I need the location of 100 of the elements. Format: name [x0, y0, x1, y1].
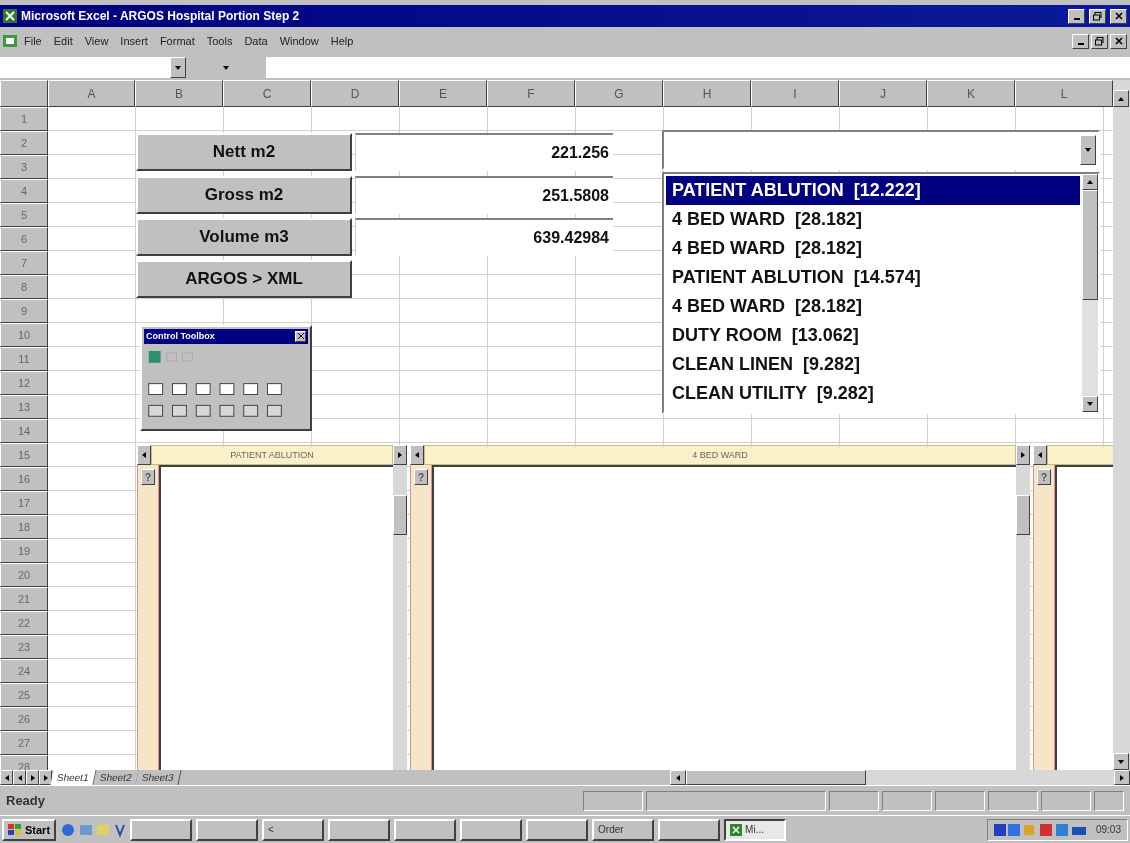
column-header[interactable]: B	[135, 80, 223, 107]
close-button[interactable]	[1110, 8, 1127, 24]
close-button[interactable]	[1110, 33, 1127, 49]
restore-button[interactable]	[1089, 8, 1106, 24]
name-box-dropdown[interactable]	[170, 57, 186, 78]
row-header[interactable]: 22	[0, 611, 48, 635]
menu-item[interactable]: Tools	[201, 35, 238, 47]
select-all-corner[interactable]	[0, 80, 48, 107]
label-control[interactable]: ?	[414, 469, 428, 485]
taskbar-button[interactable]	[526, 818, 589, 841]
scrollbar[interactable]	[393, 465, 407, 770]
list-item[interactable]: CLEAN LINEN [9.282]	[666, 350, 1080, 379]
scroll-right-button[interactable]	[1016, 445, 1030, 465]
row-header[interactable]: 5	[0, 203, 48, 227]
row-header[interactable]: 2	[0, 131, 48, 155]
row-header[interactable]: 24	[0, 659, 48, 683]
column-header[interactable]: H	[663, 80, 751, 107]
row-header[interactable]: 11	[0, 347, 48, 371]
taskbar-button[interactable]: Order	[592, 818, 655, 841]
taskbar-button[interactable]	[196, 818, 259, 841]
sheet-tab[interactable]: Sheet1	[50, 770, 97, 785]
row-header[interactable]: 20	[0, 563, 48, 587]
column-header[interactable]: K	[927, 80, 1015, 107]
row-header[interactable]: 25	[0, 683, 48, 707]
menu-item[interactable]: Window	[274, 35, 324, 47]
start-button[interactable]: Start	[2, 818, 57, 841]
close-button[interactable]	[295, 330, 306, 342]
command-button[interactable]: Gross m2	[136, 176, 352, 214]
scroll-left-button[interactable]	[410, 445, 424, 465]
minimize-button[interactable]	[1072, 33, 1089, 49]
taskbar-button[interactable]	[658, 818, 721, 841]
list-item[interactable]: CLEAN UTILITY [9.282]	[666, 379, 1080, 408]
column-header[interactable]: J	[839, 80, 927, 107]
menu-item[interactable]: Data	[239, 35, 273, 47]
row-header[interactable]: 14	[0, 419, 48, 443]
row-header[interactable]: 27	[0, 731, 48, 755]
restore-button[interactable]	[1091, 33, 1108, 49]
taskbar-button[interactable]	[328, 818, 391, 841]
label-control[interactable]: ?	[1037, 469, 1051, 485]
taskbar-button[interactable]	[130, 818, 193, 841]
list-item[interactable]: 4 BED WARD [28.182]	[666, 234, 1080, 263]
row-header[interactable]: 6	[0, 227, 48, 251]
column-header[interactable]: L	[1015, 80, 1113, 107]
row-header[interactable]: 18	[0, 515, 48, 539]
row-header[interactable]: 19	[0, 539, 48, 563]
row-header[interactable]: 4	[0, 179, 48, 203]
menu-item[interactable]: File	[19, 35, 47, 47]
scroll-right-button[interactable]	[393, 445, 407, 465]
sheet-tab[interactable]: Sheet3	[135, 770, 182, 785]
menu-item[interactable]: Edit	[48, 35, 78, 47]
list-item[interactable]: DUTY ROOM [13.062]	[666, 321, 1080, 350]
scrollbar[interactable]	[1082, 174, 1098, 412]
list-item[interactable]: PATIENT ABLUTION [12.222]	[666, 176, 1080, 205]
column-header[interactable]: I	[751, 80, 839, 107]
scrollbar[interactable]	[1016, 465, 1030, 770]
row-header[interactable]: 23	[0, 635, 48, 659]
taskbar-button[interactable]: <	[262, 818, 325, 841]
taskbar-button[interactable]	[460, 818, 523, 841]
row-header[interactable]: 13	[0, 395, 48, 419]
quick-launch-icons[interactable]	[60, 821, 127, 838]
taskbar-button[interactable]	[394, 818, 457, 841]
value-field[interactable]: 221.256	[355, 133, 613, 171]
label-control[interactable]: ?	[141, 469, 155, 485]
row-header[interactable]: 9	[0, 299, 48, 323]
row-header[interactable]: 12	[0, 371, 48, 395]
last-sheet-button[interactable]	[39, 770, 52, 785]
menu-item[interactable]: View	[79, 35, 114, 47]
command-button[interactable]: Nett m2	[136, 133, 352, 171]
row-header[interactable]: 15	[0, 443, 48, 467]
value-field[interactable]: 639.42984	[355, 218, 613, 256]
row-header[interactable]: 17	[0, 491, 48, 515]
column-header[interactable]: D	[311, 80, 399, 107]
command-button[interactable]: ARGOS > XML	[136, 260, 352, 298]
dropdown-button[interactable]	[1080, 135, 1096, 165]
taskbar-button[interactable]: Mi...	[724, 818, 787, 841]
row-header[interactable]: 16	[0, 467, 48, 491]
row-header[interactable]: 21	[0, 587, 48, 611]
column-header[interactable]: F	[487, 80, 575, 107]
row-header[interactable]: 8	[0, 275, 48, 299]
next-sheet-button[interactable]	[26, 770, 39, 785]
list-item[interactable]: 4 BED WARD [28.182]	[666, 292, 1080, 321]
column-header[interactable]: E	[399, 80, 487, 107]
list-item[interactable]: 4 BED WARD [28.182]	[666, 205, 1080, 234]
horizontal-scrollbar[interactable]	[670, 770, 1130, 785]
command-button[interactable]: Volume m3	[136, 218, 352, 256]
scrollbar[interactable]	[1113, 80, 1130, 770]
sheet-tab[interactable]: Sheet2	[93, 770, 139, 785]
formula-field[interactable]	[266, 57, 1130, 78]
combo-box[interactable]	[662, 130, 1100, 170]
menu-item[interactable]: Format	[154, 35, 200, 47]
scroll-left-button[interactable]	[1033, 445, 1047, 465]
menu-item[interactable]: Insert	[115, 35, 153, 47]
row-header[interactable]: 26	[0, 707, 48, 731]
scroll-left-button[interactable]	[137, 445, 151, 465]
row-header[interactable]: 10	[0, 323, 48, 347]
column-header[interactable]: A	[48, 80, 135, 107]
column-header[interactable]: G	[575, 80, 663, 107]
text-area[interactable]	[1055, 465, 1113, 770]
previous-sheet-button[interactable]	[13, 770, 26, 785]
row-header[interactable]: 1	[0, 107, 48, 131]
